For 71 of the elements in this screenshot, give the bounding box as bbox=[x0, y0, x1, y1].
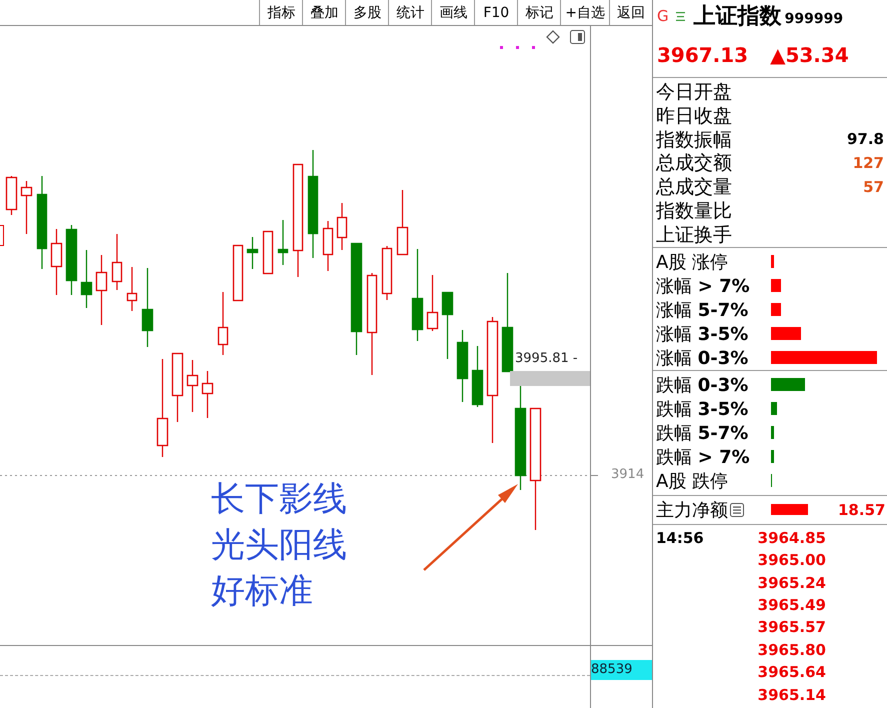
stat-label: 上证换手 bbox=[656, 222, 732, 248]
tick-price: 3965.49 bbox=[756, 596, 826, 614]
hollow-candlestick bbox=[0, 225, 4, 246]
panel-icon[interactable] bbox=[570, 30, 585, 44]
tick-price: 3965.57 bbox=[756, 618, 826, 636]
rise-label: A股 涨停 bbox=[656, 250, 730, 274]
annotation-text: 好标准 bbox=[211, 570, 314, 613]
hollow-candlestick bbox=[50, 229, 62, 295]
net-value: 18.57 bbox=[838, 500, 886, 519]
stat-label: 昨日收盘 bbox=[656, 104, 732, 129]
menu-icon[interactable] bbox=[676, 12, 685, 20]
hollow-candlestick bbox=[426, 275, 438, 331]
index-price: 3967.13 bbox=[657, 42, 748, 66]
hollow-candlestick bbox=[218, 292, 228, 355]
rise-label: 涨幅 5-7% bbox=[656, 298, 750, 322]
hollow-candlestick bbox=[336, 203, 348, 250]
hollow-candlestick bbox=[6, 176, 18, 215]
hollow-candlestick bbox=[172, 352, 184, 422]
tick-price: 3965.64 bbox=[756, 663, 826, 682]
stat-value: 127 bbox=[852, 154, 884, 172]
tick-time: 14:56 bbox=[656, 528, 704, 547]
fall-label: A股 跌停 bbox=[656, 470, 730, 493]
tick-price: 3965.24 bbox=[756, 574, 826, 592]
fall-label: 跌幅 0-3% bbox=[656, 374, 750, 397]
diamond-icon[interactable] bbox=[546, 30, 560, 44]
annotation-text: 长下影线 bbox=[211, 478, 347, 521]
solid-candlestick bbox=[246, 237, 258, 269]
hollow-candlestick bbox=[396, 190, 408, 256]
hollow-candlestick bbox=[20, 181, 32, 234]
stat-label: 总成交量 bbox=[656, 175, 732, 200]
index-change: ▲53.34 bbox=[770, 42, 849, 66]
rise-label: 涨幅 > 7% bbox=[656, 274, 751, 298]
net-label: 主力净额 bbox=[656, 498, 728, 522]
stat-label: 总成交额 bbox=[656, 151, 732, 176]
price-label: 3995.81 - bbox=[515, 351, 578, 366]
axis-label: 3914 bbox=[611, 467, 644, 482]
annotation-text: 光头阳线 bbox=[211, 524, 347, 567]
stat-label: 今日开盘 bbox=[656, 80, 732, 105]
solid-candlestick bbox=[278, 220, 288, 265]
axis-label: 88539 bbox=[591, 660, 652, 680]
fall-label: 跌幅 5-7% bbox=[656, 422, 750, 445]
hollow-candlestick bbox=[126, 267, 138, 311]
hollow-candlestick bbox=[202, 371, 214, 418]
stat-value: 97.8 bbox=[846, 130, 884, 148]
hollow-candlestick bbox=[322, 221, 334, 271]
hollow-candlestick bbox=[232, 244, 244, 302]
hollow-candlestick bbox=[186, 360, 198, 412]
hollow-candlestick bbox=[96, 255, 108, 325]
stat-value: 57 bbox=[863, 178, 884, 196]
solid-candlestick bbox=[472, 346, 484, 407]
rise-label: 涨幅 0-3% bbox=[656, 346, 750, 370]
list-icon[interactable] bbox=[730, 502, 744, 517]
stat-label: 指数振幅 bbox=[656, 128, 732, 152]
logo-text: G bbox=[657, 7, 669, 25]
tick-price: 3964.85 bbox=[756, 528, 826, 547]
solid-candlestick bbox=[66, 225, 78, 295]
hollow-candlestick bbox=[112, 234, 122, 290]
solid-candlestick bbox=[442, 292, 454, 359]
tick-price: 3965.80 bbox=[756, 640, 826, 659]
solid-candlestick bbox=[80, 250, 92, 308]
solid-candlestick bbox=[456, 330, 468, 402]
tick-price: 3965.14 bbox=[756, 686, 826, 704]
hollow-candlestick bbox=[262, 230, 274, 274]
tick-price: 3965.00 bbox=[756, 551, 826, 570]
hollow-candlestick bbox=[382, 246, 392, 300]
index-name: 上证指数 bbox=[694, 3, 782, 31]
rise-label: 涨幅 3-5% bbox=[656, 322, 750, 346]
stat-label: 指数量比 bbox=[656, 198, 732, 224]
index-code: 999999 bbox=[784, 10, 844, 27]
fall-label: 跌幅 > 7% bbox=[656, 446, 751, 469]
fall-label: 跌幅 3-5% bbox=[656, 398, 750, 421]
